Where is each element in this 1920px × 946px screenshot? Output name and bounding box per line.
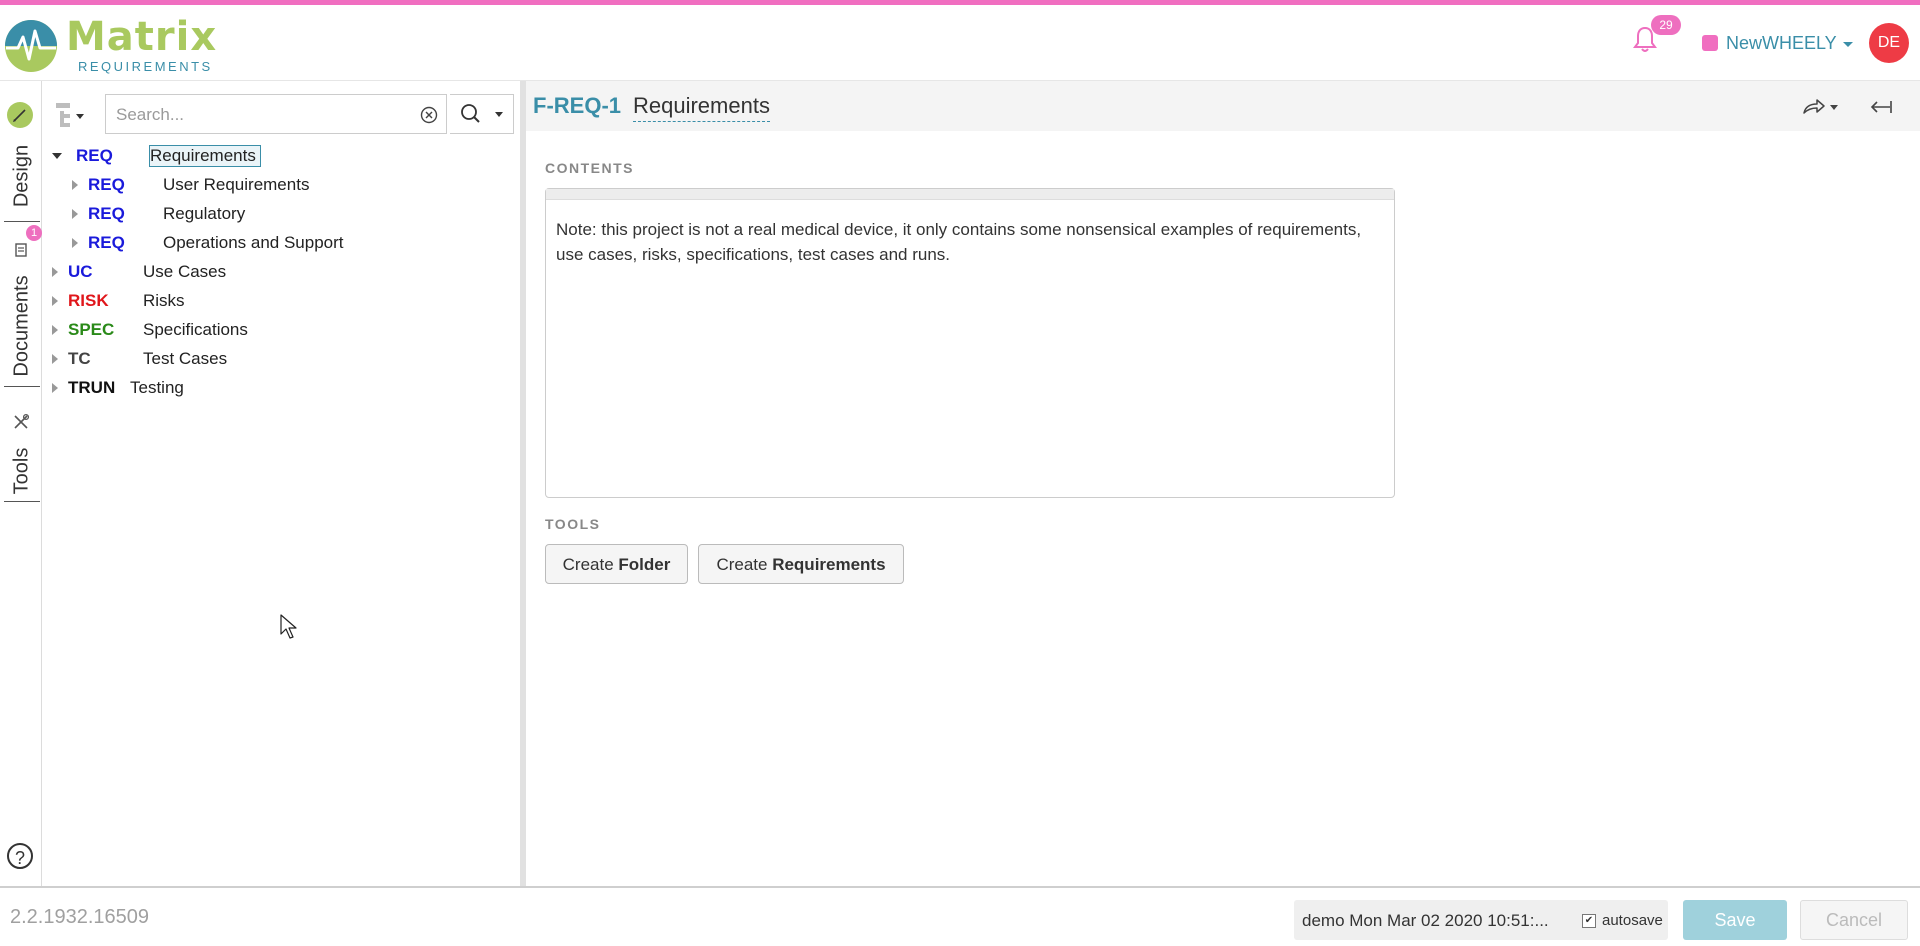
tree-item-category: UC (68, 262, 93, 281)
create-requirements-button[interactable]: Create Requirements (698, 544, 904, 584)
tree-item-name: Test Cases (143, 349, 228, 368)
side-tab-rail: Design 1 Documents Tools ? (0, 81, 42, 886)
logo-wordmark: Matrix (66, 14, 218, 60)
tree-item-name: Specifications (143, 320, 248, 339)
tree-item-user-requirements[interactable]: REQ User Requirements (72, 172, 309, 198)
tree-item-testing[interactable]: TRUN Testing (52, 375, 184, 401)
tree-item-category: TRUN (68, 378, 116, 397)
autosave-label: autosave (1602, 912, 1663, 929)
contents-text: Note: this project is not a real medical… (556, 220, 1362, 264)
last-saved-status: demo Mon Mar 02 2020 10:51:... ✔ autosav… (1294, 900, 1668, 940)
item-header: F-REQ-1 Requirements (526, 81, 1920, 131)
tree-item-name: Risks (143, 291, 185, 310)
tree-item-category: REQ (88, 204, 125, 223)
expand-triangle-icon[interactable] (52, 383, 58, 393)
expand-triangle-icon[interactable] (72, 238, 78, 248)
tab-tools-label: Tools (10, 447, 33, 495)
expand-triangle-icon[interactable] (72, 209, 78, 219)
checkbox-checked-icon[interactable]: ✔ (1582, 913, 1596, 928)
item-detail-panel: F-REQ-1 Requirements CONTENTS Note: this… (526, 81, 1920, 886)
tree-item-name: Testing (130, 378, 184, 397)
search-input[interactable] (114, 102, 408, 128)
search-button[interactable] (450, 94, 514, 134)
tree-item-category: TC (68, 349, 91, 368)
tools-icon[interactable] (12, 413, 30, 431)
editor-toolbar (546, 189, 1394, 200)
button-prefix: Create (716, 555, 773, 574)
tree-item-name: Regulatory (163, 204, 246, 223)
documents-badge: 1 (26, 225, 42, 241)
project-name: NewWHEELY (1726, 32, 1837, 53)
clear-search-icon[interactable] (420, 106, 438, 124)
expand-triangle-icon[interactable] (52, 325, 58, 335)
documents-icon[interactable] (12, 241, 30, 259)
expand-triangle-icon[interactable] (52, 267, 58, 277)
expand-triangle-icon[interactable] (72, 180, 78, 190)
tree-item-category: SPEC (68, 320, 115, 339)
save-button[interactable]: Save (1683, 900, 1787, 940)
tree-panel: REQ Requirements REQ User Requirements R… (42, 81, 526, 886)
tree-item-category: REQ (88, 175, 125, 194)
contents-section-label: CONTENTS (545, 160, 634, 176)
tab-documents-label: Documents (10, 275, 33, 377)
tree-item-risks[interactable]: RISK Risks (52, 288, 185, 314)
tree-item-regulatory[interactable]: REQ Regulatory (72, 201, 245, 227)
project-selector[interactable]: NewWHEELY (1702, 31, 1853, 55)
tree-item-category: REQ (88, 233, 125, 252)
last-saved-text: demo Mon Mar 02 2020 10:51:... (1302, 911, 1549, 930)
tree-search-box (105, 94, 447, 134)
collapse-panel-icon[interactable] (1866, 95, 1896, 119)
button-bold-label: Folder (618, 555, 671, 574)
item-title[interactable]: Requirements (633, 93, 770, 122)
version-number: 2.2.1932.16509 (10, 906, 150, 928)
tree-item-category: RISK (68, 291, 109, 310)
create-folder-button[interactable]: Create Folder (545, 544, 688, 584)
cancel-button[interactable]: Cancel (1800, 900, 1908, 940)
tree-view-dropdown[interactable] (52, 101, 98, 143)
share-icon[interactable] (1800, 95, 1840, 119)
expand-triangle-icon[interactable] (52, 296, 58, 306)
tab-tools[interactable]: Tools (4, 436, 40, 506)
rail-divider (4, 386, 40, 387)
button-bold-label: Requirements (772, 555, 886, 574)
contents-editor[interactable]: Note: this project is not a real medical… (545, 188, 1395, 498)
search-icon (461, 104, 503, 123)
tools-section-label: TOOLS (545, 516, 601, 532)
tree-item-test-cases[interactable]: TC Test Cases (52, 346, 227, 372)
project-color-square (1702, 35, 1718, 51)
tree-item-use-cases[interactable]: UC Use Cases (52, 259, 226, 285)
tree-item-name: Use Cases (143, 262, 227, 281)
button-prefix: Create (562, 555, 619, 574)
tree-item-category: REQ (76, 146, 113, 165)
tree-item-requirements-folder[interactable]: REQ Requirements (52, 143, 261, 169)
tree-item-name: Operations and Support (163, 233, 344, 252)
user-avatar[interactable]: DE (1869, 23, 1909, 63)
expand-triangle-icon[interactable] (52, 153, 62, 159)
app-header: Matrix REQUIREMENTS 29 NewWHEELY DE (0, 5, 1920, 81)
tree-item-name: Requirements (149, 145, 261, 167)
tree-item-specifications[interactable]: SPEC Specifications (52, 317, 248, 343)
notifications-count-badge: 29 (1651, 15, 1681, 35)
logo-subtitle: REQUIREMENTS (78, 59, 213, 74)
tab-documents[interactable]: Documents (4, 266, 40, 386)
autosave-toggle[interactable]: ✔ autosave (1582, 912, 1663, 929)
tab-design[interactable]: Design (4, 136, 40, 216)
logo-mark-icon (5, 20, 57, 72)
tab-design-label: Design (10, 144, 33, 208)
help-icon[interactable]: ? (7, 843, 33, 869)
tree-item-operations-support[interactable]: REQ Operations and Support (72, 230, 344, 256)
expand-triangle-icon[interactable] (52, 354, 58, 364)
chevron-down-icon (1842, 41, 1853, 47)
mouse-pointer-icon (280, 614, 297, 639)
design-brush-icon[interactable] (7, 102, 33, 128)
footer-bar: 2.2.1932.16509 demo Mon Mar 02 2020 10:5… (0, 886, 1920, 946)
rail-divider (4, 221, 40, 222)
item-id[interactable]: F-REQ-1 (533, 93, 621, 119)
rail-divider (4, 501, 40, 502)
tree-item-name: User Requirements (163, 175, 310, 194)
matrix-logo[interactable]: Matrix REQUIREMENTS (4, 15, 224, 77)
tree-structure-icon (56, 103, 84, 127)
